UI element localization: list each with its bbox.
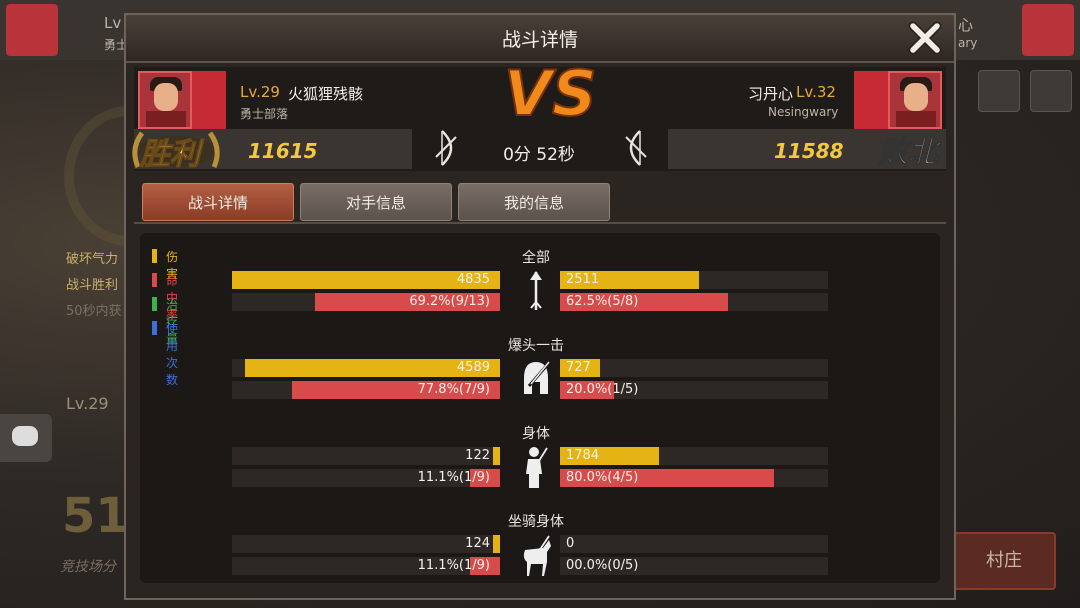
opponent-score: 11588 [774, 139, 844, 163]
section-title-body: 身体 [522, 426, 550, 442]
tab-divider [134, 222, 946, 224]
victory-label: 胜利 [140, 137, 201, 173]
player-name: 火狐狸残骸 [288, 85, 364, 103]
background-level: Lv.29 [66, 394, 109, 413]
background-stat-label-2: 战斗胜利 [66, 278, 119, 293]
arrow-icon [519, 268, 553, 314]
background-opponent-avatar [1022, 4, 1074, 56]
close-icon [908, 21, 942, 55]
close-button[interactable] [906, 19, 944, 57]
player-guild: 勇士部落 [240, 107, 289, 121]
battle-duration: 0分 52秒 [503, 145, 575, 165]
player-hit-rate-bar-track: 11.1%(1/9) [232, 557, 500, 575]
legend-hit-swatch [152, 273, 157, 287]
legend-usage-label: 使用次数 [166, 322, 179, 387]
background-arena-label: 竞技场分 [60, 559, 116, 575]
player-hit-rate-bar-value: 11.1%(1/9) [417, 470, 490, 485]
section-title-headshot: 爆头一击 [508, 338, 564, 354]
background-stat-label-3: 50秒内获 [66, 304, 122, 319]
background-top-left-level: Lv [104, 14, 122, 32]
player-damage-bar-value: 124 [465, 536, 490, 551]
opponent-hit-rate-bar-track: 20.0%(1/5) [560, 381, 828, 399]
opponent-damage-bar-track: 1784 [560, 447, 828, 465]
player-damage-bar-track: 124 [232, 535, 500, 553]
opponent-guild: Nesingwary [768, 105, 839, 119]
player-hit-rate-bar-track: 77.8%(7/9) [232, 381, 500, 399]
opponent-hit-rate-bar-value: 80.0%(4/5) [566, 470, 639, 485]
player-hit-rate-bar-value: 77.8%(7/9) [417, 382, 490, 397]
add-friend-button[interactable] [978, 70, 1020, 112]
player-hit-rate-bar-value: 11.1%(1/9) [417, 558, 490, 573]
opponent-hit-rate-bar-value: 62.5%(5/8) [566, 294, 639, 309]
mail-button[interactable] [1030, 70, 1072, 112]
horse-icon [519, 532, 553, 578]
opponent-damage-bar-value: 1784 [566, 448, 600, 463]
player-avatar[interactable] [138, 71, 192, 129]
bow-icon [435, 130, 457, 166]
opponent-damage-bar-value: 0 [566, 536, 575, 551]
player-level: Lv.29 [240, 83, 280, 101]
player-damage-bar-track: 4589 [232, 359, 500, 377]
svg-text:VS: VS [504, 57, 596, 129]
opponent-hit-rate-bar-value: 00.0%(0/5) [566, 558, 639, 573]
background-top-right-sub: ary [958, 36, 978, 50]
player-hit-rate-bar-track: 69.2%(9/13) [232, 293, 500, 311]
opponent-avatar[interactable] [888, 71, 942, 129]
modal-header: 战斗详情 [126, 15, 954, 63]
background-stat-label-1: 破坏气力 [66, 252, 119, 267]
opponent-level: Lv.32 [796, 83, 836, 101]
stats-panel: 伤害 命中率 治疗量 使用次数 全部 4835 2511 69.2%(9/13) 62.… [140, 233, 940, 583]
background-big-number: 51 [62, 488, 129, 544]
player-damage-bar-track: 4835 [232, 271, 500, 289]
defeat-label: 败北 [878, 135, 939, 171]
helmet-icon [519, 356, 553, 402]
legend-heal-swatch [152, 297, 157, 311]
player-damage-bar-fill [493, 535, 500, 553]
tab-battle-details[interactable]: 战斗详情 [142, 183, 294, 221]
section-title-total: 全部 [522, 250, 550, 266]
player-damage-bar-track: 122 [232, 447, 500, 465]
player-score: 11615 [248, 139, 318, 163]
battle-details-modal: 战斗详情 Lv.29 火狐狸残骸 勇士部落 11615 胜利 VS 0分 52秒… [124, 13, 956, 600]
body-icon [519, 444, 553, 490]
chat-icon [12, 426, 38, 446]
legend-usage-swatch [152, 321, 157, 335]
vs-icon: VS [503, 57, 596, 129]
background-player-avatar [6, 4, 58, 56]
legend-damage-swatch [152, 249, 157, 263]
player-damage-bar-value: 122 [465, 448, 490, 463]
player-damage-bar-value: 4835 [456, 272, 490, 287]
opponent-name: 习丹心 [748, 85, 794, 103]
player-red-tab [192, 71, 226, 129]
opponent-damage-bar-value: 727 [566, 360, 591, 375]
opponent-damage-bar-value: 2511 [566, 272, 600, 287]
modal-title: 战斗详情 [501, 29, 578, 51]
chat-button[interactable] [0, 414, 52, 462]
player-hit-rate-bar-track: 11.1%(1/9) [232, 469, 500, 487]
opponent-red-tab [854, 71, 888, 129]
section-title-mount: 坐骑身体 [508, 514, 564, 530]
opponent-bow-icon [625, 130, 647, 166]
player-hit-rate-bar-value: 69.2%(9/13) [409, 294, 490, 309]
tab-opponent-info[interactable]: 对手信息 [300, 183, 452, 221]
opponent-damage-bar-track: 2511 [560, 271, 828, 289]
opponent-hit-rate-bar-track: 62.5%(5/8) [560, 293, 828, 311]
tab-my-info[interactable]: 我的信息 [458, 183, 610, 221]
opponent-hit-rate-bar-track: 00.0%(0/5) [560, 557, 828, 575]
opponent-damage-bar-track: 727 [560, 359, 828, 377]
matchup-bar: Lv.29 火狐狸残骸 勇士部落 11615 胜利 VS 0分 52秒 1158… [132, 57, 946, 173]
opponent-hit-rate-bar-value: 20.0%(1/5) [566, 382, 639, 397]
player-damage-bar-value: 4589 [456, 360, 490, 375]
player-damage-bar-fill [493, 447, 500, 465]
village-button[interactable]: 村庄 [952, 532, 1056, 590]
background-top-right-name: 心 [958, 16, 974, 34]
opponent-hit-rate-bar-track: 80.0%(4/5) [560, 469, 828, 487]
opponent-damage-bar-track: 0 [560, 535, 828, 553]
